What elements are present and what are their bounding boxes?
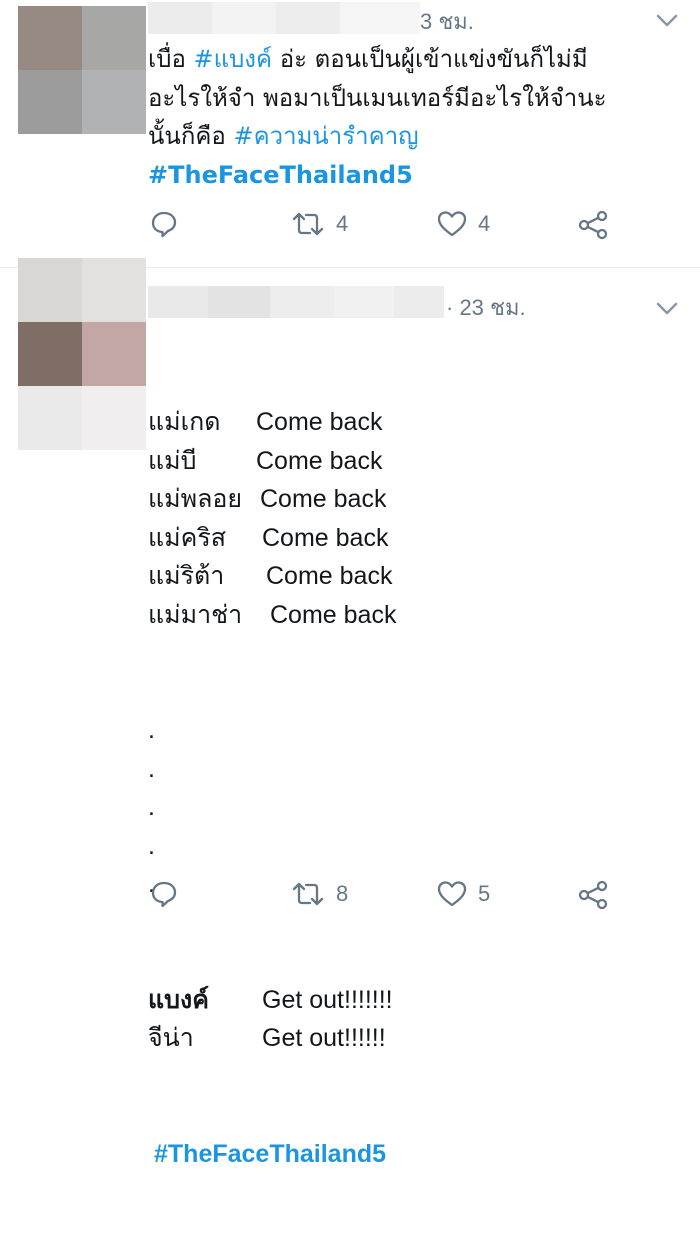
- hashtag-link[interactable]: #แบงค์: [193, 45, 272, 73]
- retweet-icon: [292, 212, 324, 236]
- user-name-blurred[interactable]: [148, 2, 420, 34]
- text-line: แม่บี Come back: [148, 442, 396, 481]
- like-count: 4: [478, 211, 491, 236]
- chevron-down-icon[interactable]: [656, 302, 678, 316]
- share-button[interactable]: [578, 880, 610, 910]
- retweet-icon: [292, 882, 324, 906]
- tweet-timestamp[interactable]: 3 ชม.: [420, 4, 474, 39]
- line-name: แม่ริต้า: [148, 562, 225, 590]
- heart-icon: [437, 211, 467, 237]
- tweet-timestamp[interactable]: · 23 ชม.: [446, 290, 526, 325]
- line-name: จีน่า: [148, 1024, 194, 1052]
- line-phrase: Come back: [256, 446, 383, 475]
- hashtag-link[interactable]: #TheFaceThailand5: [154, 1135, 396, 1174]
- text-line: จีน่า Get out!!!!!!: [148, 1019, 396, 1058]
- avatar[interactable]: [18, 6, 146, 134]
- tweet-actions: 4 4: [150, 210, 630, 250]
- reply-icon: [151, 211, 177, 238]
- line-phrase: Get out!!!!!!!: [262, 985, 393, 1014]
- avatar[interactable]: [18, 258, 146, 450]
- text-segment: อะไรให้จำ พอมาเป็นเมนเทอร์มีอะไรให้จำนะ: [148, 83, 607, 112]
- chevron-down-icon[interactable]: [656, 14, 678, 28]
- like-button[interactable]: 5: [436, 880, 490, 908]
- text-line: แม่พลอย Come back: [148, 480, 396, 519]
- tweet-text: แม่เกด Come back แม่บี Come back แม่พลอย Come…: [148, 326, 396, 1250]
- tweet-actions: 8 5: [150, 880, 630, 920]
- tweet-text-line: #TheFaceThailand5: [148, 156, 607, 195]
- text-line: แม่มาช่า Come back: [148, 596, 396, 635]
- text-line: แบงค์ Get out!!!!!!!: [148, 981, 396, 1020]
- text-line: แม่ริต้า Come back: [148, 557, 396, 596]
- text-segment: นั้นก็คือ: [148, 122, 234, 150]
- dot-line: .: [148, 793, 155, 821]
- line-name: แบงค์: [148, 985, 209, 1014]
- hashtag-link[interactable]: #TheFaceThailand5: [148, 161, 413, 189]
- text-segment: เบื่อ: [148, 45, 194, 73]
- user-name-blurred[interactable]: [148, 286, 444, 318]
- line-phrase: Come back: [262, 523, 389, 552]
- text-segment: อ่ะ ตอนเป็นผู้เข้าแข่งขันก็ไม่มี: [272, 45, 588, 73]
- tweet-1[interactable]: 3 ชม. เบื่อ #แบงค์ อ่ะ ตอนเป็นผู้เข้าแข่…: [0, 0, 700, 268]
- reply-button[interactable]: [150, 880, 178, 908]
- retweet-button[interactable]: 4: [290, 210, 348, 238]
- retweet-count: 8: [336, 881, 349, 906]
- line-phrase: Get out!!!!!!: [262, 1024, 386, 1052]
- heart-icon: [437, 881, 467, 907]
- retweet-button[interactable]: 8: [290, 880, 348, 908]
- tweet-text-line: นั้นก็คือ #ความน่ารำคาญ: [148, 117, 607, 156]
- hashtag-link[interactable]: #ความน่ารำคาญ: [233, 122, 418, 150]
- line-phrase: Come back: [266, 562, 393, 590]
- text-line: แม่คริส Come back: [148, 519, 396, 558]
- line-name: แม่พลอย: [148, 485, 243, 513]
- like-button[interactable]: 4: [436, 210, 490, 238]
- line-name: แม่เกด: [148, 408, 221, 436]
- dot-line: .: [148, 754, 155, 783]
- line-name: แม่มาช่า: [148, 600, 243, 629]
- text-line: แม่เกด Come back: [148, 403, 396, 442]
- line-phrase: Come back: [260, 485, 387, 513]
- reply-icon: [151, 881, 177, 908]
- line-name: แม่บี: [148, 446, 197, 475]
- line-name: แม่คริส: [148, 523, 227, 552]
- tweet-text-line: อะไรให้จำ พอมาเป็นเมนเทอร์มีอะไรให้จำนะ: [148, 79, 607, 118]
- like-count: 5: [478, 881, 491, 906]
- share-icon: [578, 880, 608, 910]
- reply-button[interactable]: [150, 210, 178, 238]
- line-phrase: Come back: [270, 600, 397, 629]
- dot-line: .: [148, 716, 155, 744]
- dot-line: .: [148, 831, 155, 860]
- share-button[interactable]: [578, 210, 610, 240]
- tweet-text-line: เบื่อ #แบงค์ อ่ะ ตอนเป็นผู้เข้าแข่งขันก็…: [148, 40, 607, 79]
- line-phrase: Come back: [256, 408, 383, 436]
- tweet-2[interactable]: · 23 ชม. แม่เกด Come back แม่บี Come back แม…: [0, 258, 700, 1168]
- retweet-count: 4: [336, 211, 349, 236]
- share-icon: [578, 210, 608, 240]
- tweet-text: เบื่อ #แบงค์ อ่ะ ตอนเป็นผู้เข้าแข่งขันก็…: [148, 40, 607, 194]
